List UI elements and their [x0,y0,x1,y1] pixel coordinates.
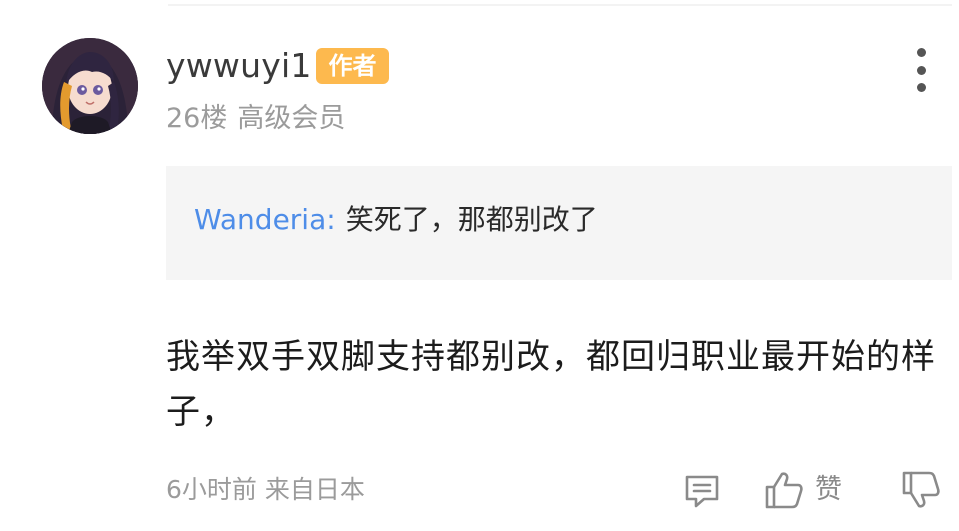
comment-footer-info: 6小时前 来自日本 [166,472,365,508]
like-button[interactable]: 赞 [763,470,842,510]
reply-button[interactable] [682,470,722,510]
quote-author[interactable]: Wanderia: [194,203,336,236]
post-location: 来自日本 [264,475,365,504]
quote-body: 笑死了，那都别改了 [345,203,598,236]
avatar[interactable] [42,38,138,134]
thumbs-down-icon [902,471,940,508]
vertical-ellipsis-icon [916,65,926,75]
dislike-button[interactable] [900,470,942,510]
floor-number: 26楼 [166,103,228,134]
more-options-button[interactable] [904,48,938,92]
author-badge: 作者 [316,48,389,84]
quoted-reply[interactable]: Wanderia: 笑死了，那都别改了 [166,166,952,280]
quote-text: Wanderia: 笑死了，那都别改了 [194,200,598,240]
thumbs-up-icon [765,472,803,509]
comment-reply-icon [685,475,719,508]
post-time: 6小时前 [166,475,257,504]
top-divider [168,4,952,6]
username[interactable]: ywwuyi1 [166,44,312,88]
vertical-ellipsis-icon [916,48,926,57]
member-level: 高级会员 [237,103,346,134]
user-meta: 26楼 高级会员 [166,100,345,138]
comment-text: 我举双手双脚支持都别改，都回归职业最开始的样子， [166,337,936,432]
like-label: 赞 [815,474,842,505]
vertical-ellipsis-icon [916,83,926,92]
